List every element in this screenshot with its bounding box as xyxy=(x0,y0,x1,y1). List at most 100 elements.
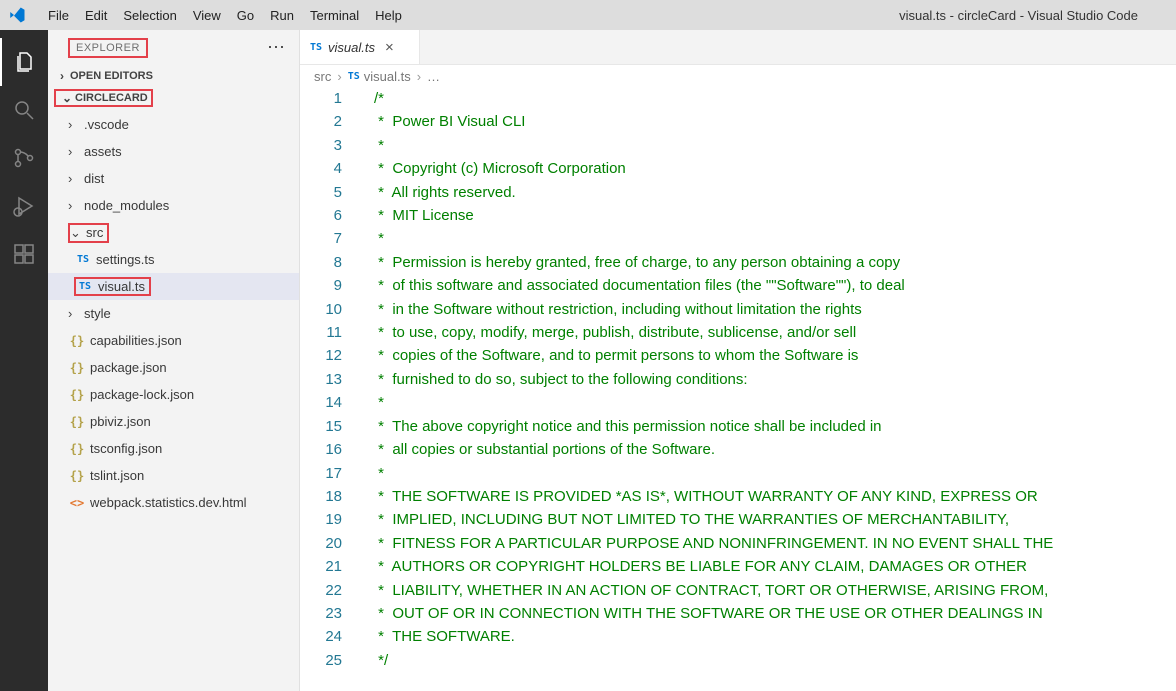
line-text: * LIABILITY, WHETHER IN AN ACTION OF CON… xyxy=(360,579,1048,602)
code-line[interactable]: 23 * OUT OF OR IN CONNECTION WITH THE SO… xyxy=(300,602,1176,625)
file-tree: ›.vscode›assets›dist›node_modules⌄srcTSs… xyxy=(48,109,299,520)
line-number: 14 xyxy=(300,391,360,414)
line-number: 9 xyxy=(300,274,360,297)
tab-visual-ts[interactable]: TS visual.ts × xyxy=(300,30,420,64)
line-number: 24 xyxy=(300,625,360,648)
code-line[interactable]: 20 * FITNESS FOR A PARTICULAR PURPOSE AN… xyxy=(300,532,1176,555)
code-line[interactable]: 9 * of this software and associated docu… xyxy=(300,274,1176,297)
code-line[interactable]: 16 * all copies or substantial portions … xyxy=(300,438,1176,461)
tree-item-style[interactable]: ›style xyxy=(48,300,299,327)
code-line[interactable]: 12 * copies of the Software, and to perm… xyxy=(300,344,1176,367)
project-section[interactable]: ⌄ CIRCLECARD xyxy=(48,87,299,109)
explorer-more-icon[interactable]: ⋯ xyxy=(267,37,287,58)
code-line[interactable]: 14 * xyxy=(300,391,1176,414)
breadcrumb-src[interactable]: src xyxy=(314,69,331,84)
tree-item-pbiviz-json[interactable]: {}pbiviz.json xyxy=(48,408,299,435)
code-line[interactable]: 7 * xyxy=(300,227,1176,250)
tree-item-label: tslint.json xyxy=(90,468,144,483)
menu-edit[interactable]: Edit xyxy=(77,0,115,30)
tree-item-dist[interactable]: ›dist xyxy=(48,165,299,192)
code-line[interactable]: 22 * LIABILITY, WHETHER IN AN ACTION OF … xyxy=(300,579,1176,602)
tree-item-webpack-statistics-dev-html[interactable]: <>webpack.statistics.dev.html xyxy=(48,489,299,516)
code-line[interactable]: 3 * xyxy=(300,134,1176,157)
code-line[interactable]: 15 * The above copyright notice and this… xyxy=(300,415,1176,438)
code-line[interactable]: 2 * Power BI Visual CLI xyxy=(300,110,1176,133)
tree-item-visual-ts[interactable]: TSvisual.ts xyxy=(48,273,299,300)
typescript-icon: TS xyxy=(74,254,92,265)
line-number: 18 xyxy=(300,485,360,508)
menu-selection[interactable]: Selection xyxy=(115,0,184,30)
activity-explorer[interactable] xyxy=(0,38,48,86)
code-line[interactable]: 5 * All rights reserved. xyxy=(300,181,1176,204)
code-line[interactable]: 17 * xyxy=(300,462,1176,485)
tree-item-label: dist xyxy=(84,171,104,186)
menu-terminal[interactable]: Terminal xyxy=(302,0,367,30)
tree-item-settings-ts[interactable]: TS settings.ts xyxy=(48,246,299,273)
tree-item-tslint-json[interactable]: {} tslint.json xyxy=(48,462,299,489)
menu-run[interactable]: Run xyxy=(262,0,302,30)
line-text: * Permission is hereby granted, free of … xyxy=(360,251,900,274)
chevron-down-icon: ⌄ xyxy=(70,225,86,241)
json-icon: {} xyxy=(68,361,86,375)
code-line[interactable]: 25 */ xyxy=(300,649,1176,672)
typescript-icon: TS xyxy=(310,42,322,53)
menu-go[interactable]: Go xyxy=(229,0,262,30)
code-line[interactable]: 19 * IMPLIED, INCLUDING BUT NOT LIMITED … xyxy=(300,508,1176,531)
window-title: visual.ts - circleCard - Visual Studio C… xyxy=(899,8,1138,23)
code-line[interactable]: 4 * Copyright (c) Microsoft Corporation xyxy=(300,157,1176,180)
tree-item-package-json[interactable]: {}package.json xyxy=(48,354,299,381)
breadcrumb-tail[interactable]: … xyxy=(427,69,440,84)
menu-file[interactable]: File xyxy=(40,0,77,30)
tree-item-label: package-lock.json xyxy=(90,387,194,402)
tree-item-label: assets xyxy=(84,144,122,159)
json-icon: {} xyxy=(68,469,86,483)
vscode-logo-icon xyxy=(8,6,26,24)
tree-item-label: style xyxy=(84,306,111,321)
chevron-right-icon: › xyxy=(68,198,84,213)
tree-item-tsconfig-json[interactable]: {}tsconfig.json xyxy=(48,435,299,462)
line-text: * Power BI Visual CLI xyxy=(360,110,525,133)
line-number: 20 xyxy=(300,532,360,555)
tree-item-node-modules[interactable]: ›node_modules xyxy=(48,192,299,219)
tree-item-capabilities-json[interactable]: {}capabilities.json xyxy=(48,327,299,354)
code-line[interactable]: 13 * furnished to do so, subject to the … xyxy=(300,368,1176,391)
chevron-right-icon: › xyxy=(68,117,84,132)
explorer-header: EXPLORER ⋯ xyxy=(48,30,299,65)
code-line[interactable]: 8 * Permission is hereby granted, free o… xyxy=(300,251,1176,274)
activity-extensions[interactable] xyxy=(0,230,48,278)
code-line[interactable]: 10 * in the Software without restriction… xyxy=(300,298,1176,321)
close-icon[interactable]: × xyxy=(385,39,394,56)
activity-scm[interactable] xyxy=(0,134,48,182)
menu-help[interactable]: Help xyxy=(367,0,410,30)
tree-item-package-lock-json[interactable]: {}package-lock.json xyxy=(48,381,299,408)
debug-icon xyxy=(12,194,36,218)
activity-debug[interactable] xyxy=(0,182,48,230)
line-text: * OUT OF OR IN CONNECTION WITH THE SOFTW… xyxy=(360,602,1043,625)
tree-item--vscode[interactable]: ›.vscode xyxy=(48,111,299,138)
line-number: 16 xyxy=(300,438,360,461)
line-text: * THE SOFTWARE IS PROVIDED *AS IS*, WITH… xyxy=(360,485,1038,508)
tree-item-label: webpack.statistics.dev.html xyxy=(90,495,247,510)
tree-item-label: capabilities.json xyxy=(90,333,182,348)
line-number: 25 xyxy=(300,649,360,672)
code-line[interactable]: 11 * to use, copy, modify, merge, publis… xyxy=(300,321,1176,344)
tree-item-label: src xyxy=(86,225,103,240)
menu-view[interactable]: View xyxy=(185,0,229,30)
line-number: 13 xyxy=(300,368,360,391)
code-line[interactable]: 24 * THE SOFTWARE. xyxy=(300,625,1176,648)
open-editors-section[interactable]: › OPEN EDITORS xyxy=(48,65,299,87)
code-line[interactable]: 6 * MIT License xyxy=(300,204,1176,227)
code-line[interactable]: 1/* xyxy=(300,87,1176,110)
chevron-right-icon: › xyxy=(68,171,84,186)
code-line[interactable]: 18 * THE SOFTWARE IS PROVIDED *AS IS*, W… xyxy=(300,485,1176,508)
tree-item-label: settings.ts xyxy=(96,252,155,267)
code-line[interactable]: 21 * AUTHORS OR COPYRIGHT HOLDERS BE LIA… xyxy=(300,555,1176,578)
scm-icon xyxy=(12,146,36,170)
activity-search[interactable] xyxy=(0,86,48,134)
line-text: * THE SOFTWARE. xyxy=(360,625,515,648)
line-text: * MIT License xyxy=(360,204,474,227)
tree-item-assets[interactable]: ›assets xyxy=(48,138,299,165)
tree-item-src[interactable]: ⌄src xyxy=(48,219,299,246)
breadcrumb-file[interactable]: TS visual.ts xyxy=(348,69,411,84)
code-area[interactable]: 1/*2 * Power BI Visual CLI3 *4 * Copyrig… xyxy=(300,87,1176,691)
